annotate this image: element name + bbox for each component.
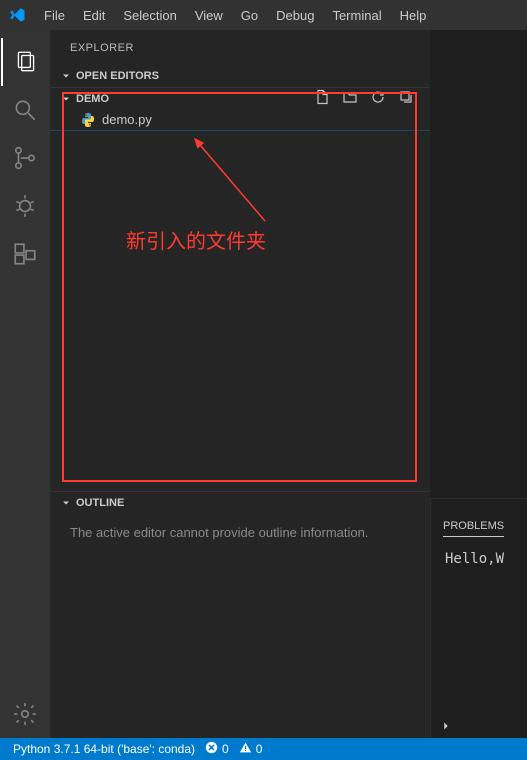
editor-blank <box>430 30 527 498</box>
folder-actions <box>314 89 422 108</box>
chevron-down-icon <box>58 495 74 511</box>
menu-edit[interactable]: Edit <box>75 4 113 27</box>
bottom-panel: PROBLEMS Hello,W <box>430 498 527 738</box>
chevron-right-icon[interactable] <box>439 719 453 736</box>
panel-tabs: PROBLEMS <box>431 511 527 541</box>
menu-file[interactable]: File <box>36 4 73 27</box>
panel-output: Hello,W <box>431 541 527 577</box>
new-folder-icon[interactable] <box>342 89 358 108</box>
outline-label: OUTLINE <box>76 497 124 509</box>
chevron-down-icon <box>58 91 74 107</box>
outline-header[interactable]: OUTLINE <box>50 491 430 513</box>
menu-view[interactable]: View <box>187 4 231 27</box>
sidebar-title: EXPLORER <box>50 30 430 65</box>
sidebar-explorer: EXPLORER OPEN EDITORS DEMO <box>50 30 430 738</box>
file-name: demo.py <box>102 112 152 127</box>
activity-bar <box>0 30 50 738</box>
status-errors[interactable]: 0 <box>200 741 234 757</box>
new-file-icon[interactable] <box>314 89 330 108</box>
folder-name: DEMO <box>76 93 109 105</box>
refresh-icon[interactable] <box>370 89 386 108</box>
explorer-tab-icon[interactable] <box>1 38 49 86</box>
file-item-demo-py[interactable]: demo.py <box>50 109 430 131</box>
folder-header[interactable]: DEMO <box>50 87 430 109</box>
settings-gear-icon[interactable] <box>1 690 49 738</box>
search-tab-icon[interactable] <box>1 86 49 134</box>
extensions-tab-icon[interactable] <box>1 230 49 278</box>
chevron-down-icon <box>58 68 74 84</box>
menu-debug[interactable]: Debug <box>268 4 322 27</box>
warning-count: 0 <box>256 742 263 756</box>
menu-bar: File Edit Selection View Go Debug Termin… <box>36 4 434 27</box>
error-count: 0 <box>222 742 229 756</box>
open-editors-header[interactable]: OPEN EDITORS <box>50 65 430 87</box>
folder-section: DEMO demo.py 新引入的文件夹 <box>50 87 430 491</box>
scm-tab-icon[interactable] <box>1 134 49 182</box>
status-bar: Python 3.7.1 64-bit ('base': conda) 0 0 <box>0 738 527 760</box>
menu-selection[interactable]: Selection <box>115 4 184 27</box>
open-editors-label: OPEN EDITORS <box>76 70 159 82</box>
debug-tab-icon[interactable] <box>1 182 49 230</box>
editor-area: PROBLEMS Hello,W <box>430 30 527 738</box>
problems-tab[interactable]: PROBLEMS <box>443 516 504 537</box>
title-bar: File Edit Selection View Go Debug Termin… <box>0 0 527 30</box>
outline-empty-message: The active editor cannot provide outline… <box>50 513 430 553</box>
status-warnings[interactable]: 0 <box>234 741 268 757</box>
status-python[interactable]: Python 3.7.1 64-bit ('base': conda) <box>8 742 200 756</box>
menu-terminal[interactable]: Terminal <box>324 4 389 27</box>
vscode-icon <box>8 6 26 24</box>
python-file-icon <box>80 112 96 128</box>
menu-go[interactable]: Go <box>233 4 266 27</box>
collapse-all-icon[interactable] <box>398 89 414 108</box>
menu-help[interactable]: Help <box>392 4 435 27</box>
warning-icon <box>239 741 252 757</box>
error-icon <box>205 741 218 757</box>
